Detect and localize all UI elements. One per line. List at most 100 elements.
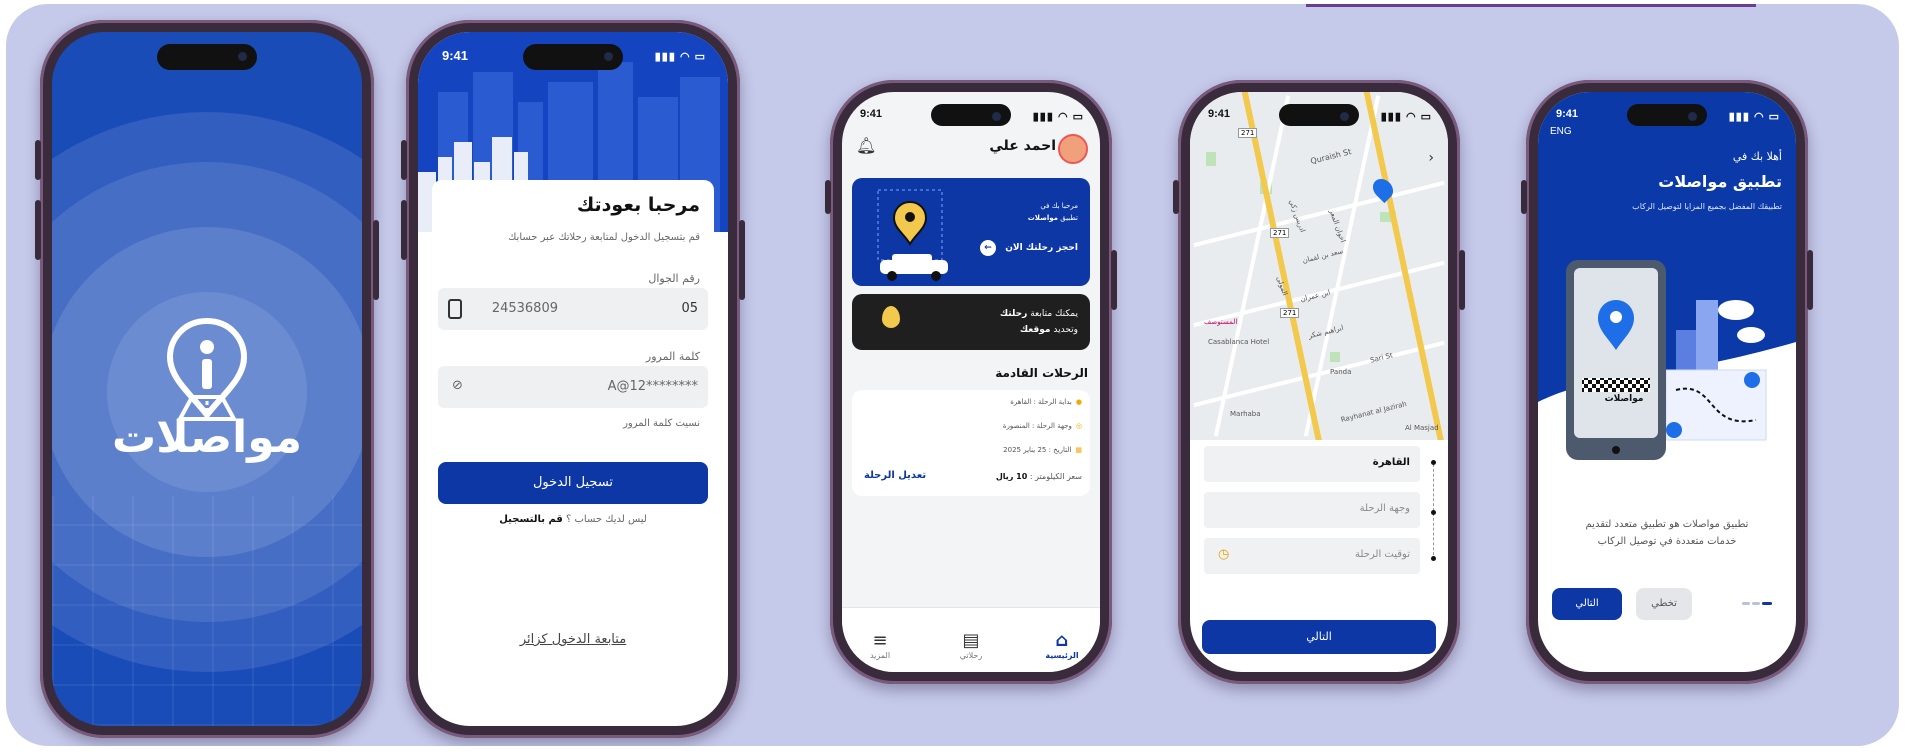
location-pin-logo-icon — [166, 317, 248, 421]
location-pin-icon — [882, 306, 900, 328]
banner-cta[interactable]: احجز رحلتك الان ← — [980, 240, 1078, 256]
tab-home[interactable]: ⌂ الرئيسية — [1032, 630, 1092, 661]
guest-link[interactable]: متابعة الدخول كزائر — [418, 632, 728, 647]
onboarding-next-button[interactable]: التالي — [1552, 588, 1622, 620]
phone-icon — [448, 299, 462, 319]
notification-bell-icon[interactable]: 🔔︎ — [856, 136, 876, 155]
dynamic-island — [523, 44, 623, 70]
splash-screen: مواصلات — [52, 32, 362, 726]
login-card: مرحبا بعودتك قم بتسجيل الدخول لمتابعة رح… — [432, 180, 714, 546]
street-label: Panda — [1330, 368, 1352, 376]
price-row: سعر الكيلومتر : 10 ريال — [995, 472, 1082, 481]
route-dot — [1431, 460, 1436, 465]
forgot-password-link[interactable]: نسيت كلمة المرور — [623, 418, 700, 429]
trip-card[interactable]: ●بداية الرحلة : القاهرة ◎وجهة الرحلة : ا… — [852, 390, 1090, 496]
brand-wordmark: مواصلات — [111, 412, 303, 463]
onboarding-title: تطبيق مواصلات — [1658, 172, 1782, 191]
target-icon: ◎ — [1075, 422, 1082, 430]
clock-icon: ◷ — [1218, 547, 1230, 562]
phone-field[interactable]: 24536809 05 — [438, 288, 708, 330]
street-label: Casablanca Hotel — [1208, 338, 1270, 346]
map-view[interactable]: Quraish St Casablanca Hotel Panda Sari S… — [1190, 92, 1448, 440]
no-account-text: ليس لديك حساب ؟ — [566, 514, 647, 525]
password-field[interactable]: ⊘ A@12******** — [438, 366, 708, 408]
street-label: Quraish St — [1309, 147, 1353, 166]
tracking-banner[interactable]: يمكنك متابعة رحلتك وتحديد موقعك — [852, 294, 1090, 350]
decorative-line — [1306, 4, 1756, 7]
onboarding-description: تطبيق مواصلات هو تطبيق متعدد لتقديم خدما… — [1585, 519, 1749, 547]
skip-button[interactable]: تخطي — [1636, 588, 1692, 620]
upcoming-title: الرحلات القادمة — [995, 366, 1088, 380]
eye-hidden-icon[interactable]: ⊘ — [452, 378, 463, 393]
showcase-board: مواصلات 9:41 ▮▮▮ ◠ ▭ مرحبا بعودتك قم بتس… — [6, 4, 1899, 746]
login-subtitle: قم بتسجيل الدخول لمتابعة رحلاتك عبر حساب… — [508, 232, 700, 243]
login-screen: 9:41 ▮▮▮ ◠ ▭ مرحبا بعودتك قم بتسجيل الدخ… — [418, 32, 728, 726]
city-grid-pattern — [52, 496, 362, 726]
origin-field[interactable]: القاهرة — [1204, 446, 1420, 482]
street-label: المستوصف — [1204, 318, 1238, 326]
onboarding-subtitle: تطبيقك المفضل بجميع المزايا لتوصيل الركا… — [1632, 202, 1782, 211]
phone-home: 9:41 ▮▮▮ ◠ ▭ 🔔︎ احمد علي مرحبا بك في تطب… — [825, 80, 1117, 684]
track-line2: وتحديد موقعك — [1019, 325, 1078, 335]
dynamic-island — [1627, 104, 1707, 126]
login-button[interactable]: تسجيل الدخول — [438, 462, 708, 504]
password-value: A@12******** — [607, 379, 698, 394]
bus-icon: ▤ — [962, 630, 980, 651]
phone-value: 24536809 — [491, 301, 558, 316]
arrow-left-icon: ← — [980, 240, 997, 256]
route-badge: 271 — [1280, 308, 1300, 318]
language-toggle[interactable]: ENG — [1550, 126, 1572, 137]
user-name: احمد علي — [989, 138, 1056, 154]
dynamic-island — [157, 44, 257, 70]
route-badge: 271 — [1238, 128, 1258, 138]
booking-banner[interactable]: مرحبا بك في تطبيق مواصلات احجز رحلتك الا… — [852, 178, 1090, 286]
login-title: مرحبا بعودتك — [576, 194, 700, 216]
map-screen: Quraish St Casablanca Hotel Panda Sari S… — [1190, 92, 1448, 672]
route-badge: 271 — [1270, 228, 1290, 238]
password-label: كلمة المرور — [645, 350, 700, 363]
destination-field[interactable]: وجهة الرحلة — [1204, 492, 1420, 528]
route-dot — [1431, 556, 1436, 561]
register-row: ليس لديك حساب ؟ قم بالتسجيل — [432, 514, 714, 525]
street-label: Rayhanat al Jazirah — [1340, 399, 1408, 425]
onboarding-screen: 9:41 ▮▮▮ ◠ ▭ ENG أهلا بك في تطبيق مواصلا… — [1538, 92, 1796, 672]
calendar-icon: ▦ — [1075, 446, 1082, 454]
trip-date: ▦التاريخ : 25 يناير 2025 — [1003, 446, 1082, 454]
illustration-label: مواصلات — [1604, 394, 1644, 404]
edit-trip-link[interactable]: تعديل الرحلة — [864, 470, 926, 481]
time-field[interactable]: توقيت الرحلة ◷ — [1204, 538, 1420, 574]
register-link[interactable]: قم بالتسجيل — [499, 514, 563, 525]
route-dot — [1431, 510, 1436, 515]
page-indicator — [1736, 602, 1772, 605]
welcome-text: أهلا بك في — [1732, 150, 1782, 163]
taxi-illustration-icon — [877, 189, 948, 281]
street-label: سعد بن لقمان — [1301, 247, 1344, 265]
chevron-right-icon[interactable]: › — [1428, 150, 1434, 166]
phone-map-illustration — [1566, 260, 1767, 460]
menu-icon: ≡ — [872, 630, 888, 651]
phone-map: Quraish St Casablanca Hotel Panda Sari S… — [1173, 80, 1465, 684]
phone-splash: مواصلات — [35, 20, 379, 738]
home-screen: 9:41 ▮▮▮ ◠ ▭ 🔔︎ احمد علي مرحبا بك في تطب… — [842, 92, 1100, 672]
track-line1: يمكنك متابعة رحلتك — [999, 309, 1078, 319]
phone-label: رقم الجوال — [648, 272, 700, 285]
phone-onboarding: 9:41 ▮▮▮ ◠ ▭ ENG أهلا بك في تطبيق مواصلا… — [1521, 80, 1813, 684]
street-label: Al Masjad — [1405, 424, 1439, 432]
phone-login: 9:41 ▮▮▮ ◠ ▭ مرحبا بعودتك قم بتسجيل الدخ… — [401, 20, 745, 738]
trip-dest: ◎وجهة الرحلة : المنصورة — [1002, 422, 1082, 430]
home-icon: ⌂ — [1055, 630, 1069, 651]
avatar[interactable] — [1058, 134, 1088, 164]
phone-prefix: 05 — [681, 301, 698, 316]
pin-icon: ● — [1075, 398, 1082, 406]
dynamic-island — [1279, 104, 1359, 126]
street-label: ابن عمران — [1299, 288, 1332, 304]
tab-more[interactable]: ≡ المزيد — [850, 630, 910, 661]
dynamic-island — [931, 104, 1011, 126]
banner-line1: مرحبا بك في — [1040, 202, 1078, 210]
next-button[interactable]: التالي — [1202, 620, 1436, 654]
tab-my-trips[interactable]: ▤ رحلاتي — [941, 630, 1001, 661]
trip-start: ●بداية الرحلة : القاهرة — [1010, 398, 1082, 406]
banner-line2: تطبيق مواصلات — [1027, 214, 1078, 222]
street-label: Sari St — [1369, 351, 1394, 365]
street-label: Marhaba — [1230, 410, 1261, 418]
